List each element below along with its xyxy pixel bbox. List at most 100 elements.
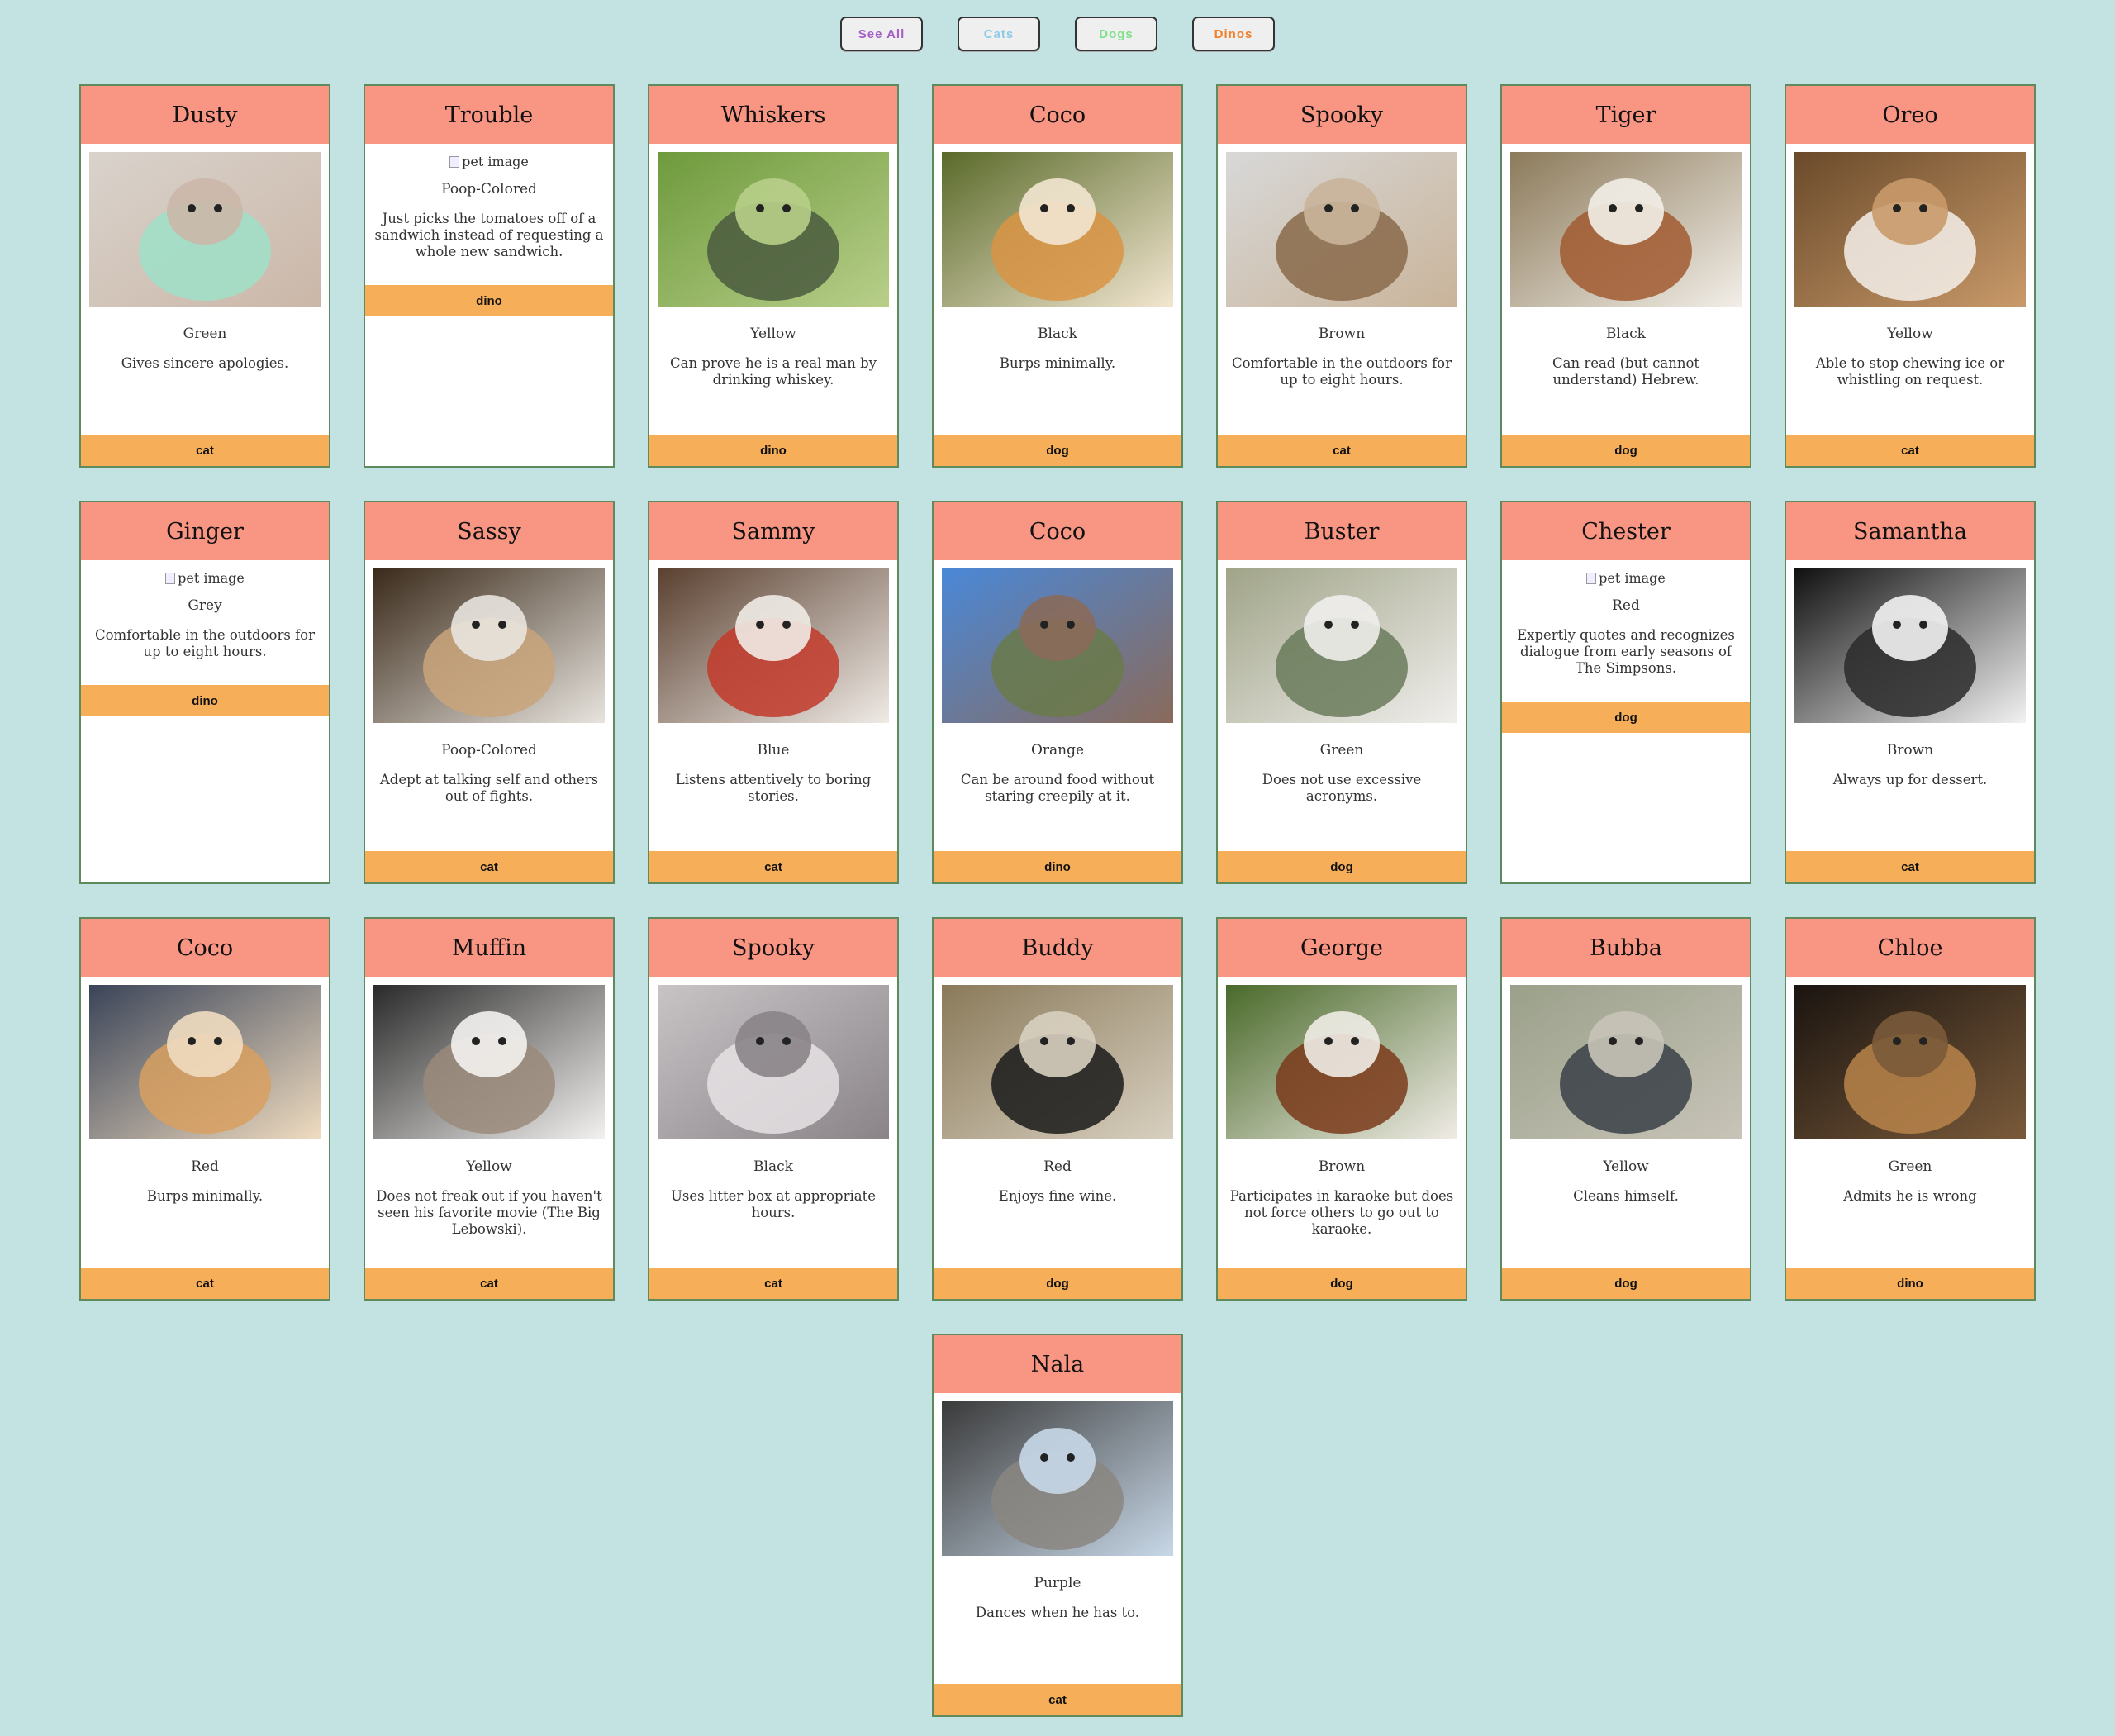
- pet-card-body: Green Gives sincere apologies.: [81, 144, 329, 466]
- pet-photo: [89, 985, 321, 1139]
- pet-name: Whiskers: [649, 86, 897, 144]
- pet-color: Grey: [188, 597, 222, 614]
- pet-trait: Burps minimally.: [146, 1188, 264, 1204]
- pet-name: Dusty: [81, 86, 329, 144]
- pet-trait: Adept at talking self and others out of …: [379, 772, 599, 804]
- pet-trait: Dances when he has to.: [975, 1605, 1140, 1620]
- pet-card: Buster Green Does not use excessive acrony…: [1216, 501, 1467, 884]
- pet-name: Coco: [81, 919, 329, 977]
- pet-trait: Admits he is wrong: [1843, 1188, 1977, 1204]
- pet-card: Spooky Black Uses litter box at appropriat…: [648, 917, 899, 1301]
- pet-trait: Does not use excessive acronyms.: [1262, 772, 1422, 804]
- pet-trait: Participates in karaoke but does not for…: [1229, 1188, 1454, 1237]
- pet-photo: [1794, 568, 2026, 723]
- pet-color: Red: [1612, 597, 1640, 614]
- pet-name: Muffin: [365, 919, 613, 977]
- pet-name: Oreo: [1786, 86, 2034, 144]
- pet-card: Coco Black Burps minimally. dog: [932, 84, 1183, 468]
- pet-color: Poop-Colored: [441, 742, 537, 759]
- pet-photo: [658, 568, 889, 723]
- pet-card: Buddy Red Enjoys fine wine. dog: [932, 917, 1183, 1301]
- pet-photo: [373, 568, 605, 723]
- pet-color: Green: [183, 326, 227, 342]
- pet-trait: Uses litter box at appropriate hours.: [670, 1188, 877, 1220]
- pet-type-badge: dino: [649, 435, 897, 466]
- pet-card-body: Yellow Does not freak out if you haven't …: [365, 977, 613, 1299]
- pet-card-body: Yellow Cleans himself.: [1502, 977, 1750, 1299]
- pet-card-body: pet image Grey Comfortable in the outdoors…: [81, 560, 329, 882]
- pet-type-badge: dino: [934, 851, 1181, 882]
- pet-color: Purple: [1034, 1575, 1081, 1591]
- pet-trait: Listens attentively to boring stories.: [675, 772, 872, 804]
- pet-color: Brown: [1886, 742, 1934, 759]
- pet-card: Spooky Brown Comfortable in the outdoors f…: [1216, 84, 1467, 468]
- broken-image-icon: [165, 572, 176, 584]
- filter-dinos-button[interactable]: Dinos: [1192, 17, 1275, 51]
- pet-type-badge: cat: [365, 1268, 613, 1299]
- broken-image: pet image: [1586, 570, 1666, 586]
- pet-trait: Does not freak out if you haven't seen h…: [376, 1188, 602, 1237]
- pet-name: Chloe: [1786, 919, 2034, 977]
- pet-card-body: Black Burps minimally.: [934, 144, 1181, 466]
- pet-card-body: Green Does not use excessive acronyms.: [1218, 560, 1466, 882]
- pet-color: Green: [1888, 1158, 1932, 1175]
- pet-card-body: Yellow Able to stop chewing ice or whistl…: [1786, 144, 2034, 466]
- broken-image-alt: pet image: [178, 570, 245, 586]
- pet-card: Coco Red Burps minimally. cat: [79, 917, 330, 1301]
- filter-dogs-button[interactable]: Dogs: [1075, 17, 1157, 51]
- pet-photo: [942, 1401, 1173, 1556]
- pet-card-body: Brown Always up for dessert.: [1786, 560, 2034, 882]
- filter-see-all-button[interactable]: See All: [840, 17, 923, 51]
- pet-type-badge: cat: [1786, 851, 2034, 882]
- pet-trait: Able to stop chewing ice or whistling on…: [1815, 355, 2005, 388]
- pet-color: Yellow: [1603, 1158, 1649, 1175]
- pet-name: Samantha: [1786, 502, 2034, 560]
- pet-color: Black: [1038, 326, 1077, 342]
- pet-photo: [89, 152, 321, 307]
- pet-photo: [658, 152, 889, 307]
- pet-name: George: [1218, 919, 1466, 977]
- pet-card-body: pet image Poop-Colored Just picks the toma…: [365, 144, 613, 466]
- pet-trait: Always up for dessert.: [1832, 772, 1988, 787]
- pet-card: George Brown Participates in karaoke but d…: [1216, 917, 1467, 1301]
- pet-card-body: Black Can read (but cannot understand) He…: [1502, 144, 1750, 466]
- pet-name: Spooky: [1218, 86, 1466, 144]
- pet-name: Buster: [1218, 502, 1466, 560]
- filter-cats-button[interactable]: Cats: [958, 17, 1040, 51]
- pet-trait: Can read (but cannot understand) Hebrew.: [1552, 355, 1700, 388]
- pet-card: Muffin Yellow Does not freak out if you ha…: [364, 917, 615, 1301]
- pet-name: Ginger: [81, 502, 329, 560]
- broken-image-icon: [449, 155, 460, 168]
- pet-trait: Enjoys fine wine.: [998, 1188, 1117, 1204]
- pet-trait: Cleans himself.: [1573, 1188, 1679, 1204]
- pet-card: Trouble pet image Poop-Colored Just picks t…: [364, 84, 615, 468]
- pet-color: Black: [1606, 326, 1646, 342]
- pet-card-body: Black Uses litter box at appropriate hour…: [649, 977, 897, 1299]
- pet-name: Tiger: [1502, 86, 1750, 144]
- pet-type-badge: cat: [365, 851, 613, 882]
- pet-card-body: Blue Listens attentively to boring storie…: [649, 560, 897, 882]
- pet-card: Sassy Poop-Colored Adept at talking self a…: [364, 501, 615, 884]
- pet-photo: [1226, 152, 1457, 307]
- pet-name: Chester: [1502, 502, 1750, 560]
- broken-image-icon: [1586, 572, 1597, 584]
- pet-name: Coco: [934, 86, 1181, 144]
- pet-type-badge: dog: [1218, 851, 1466, 882]
- pet-card-body: Poop-Colored Adept at talking self and ot…: [365, 560, 613, 882]
- pet-card-body: Purple Dances when he has to.: [934, 1393, 1181, 1715]
- pet-photo: [942, 152, 1173, 307]
- pet-type-badge: dog: [1502, 702, 1750, 733]
- pet-card: Chester pet image Red Expertly quotes and r…: [1500, 501, 1751, 884]
- pet-type-badge: dog: [1218, 1268, 1466, 1299]
- pet-name: Buddy: [934, 919, 1181, 977]
- pet-card: Sammy Blue Listens attentively to boring s…: [648, 501, 899, 884]
- pet-color: Black: [753, 1158, 793, 1175]
- pet-photo: [942, 568, 1173, 723]
- pet-card: Nala Purple Dances when he has to. cat: [932, 1334, 1183, 1717]
- pet-trait: Expertly quotes and recognizes dialogue …: [1517, 627, 1735, 676]
- pet-color: Yellow: [750, 326, 796, 342]
- pet-name: Bubba: [1502, 919, 1750, 977]
- pet-color: Brown: [1318, 326, 1366, 342]
- pet-type-badge: cat: [1786, 435, 2034, 466]
- pet-name: Spooky: [649, 919, 897, 977]
